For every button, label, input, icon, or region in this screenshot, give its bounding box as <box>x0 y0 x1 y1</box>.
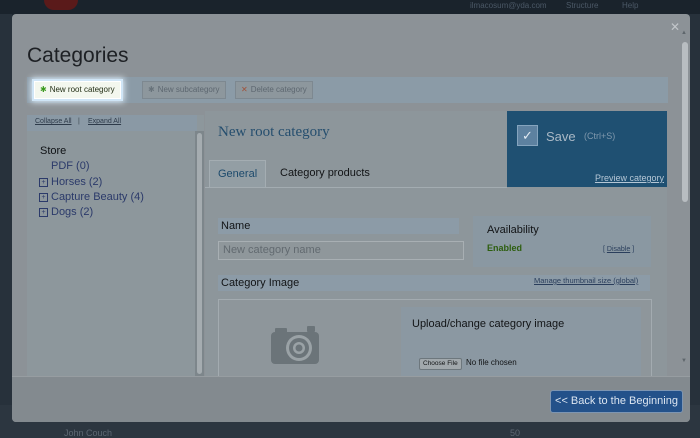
tree-item-store[interactable]: Store <box>40 145 66 157</box>
categories-modal: ✕ Categories ✱ New root category ✱ New sub… <box>12 14 690 422</box>
background-row-name: John Couch <box>64 428 113 438</box>
tree-item-capture-beauty[interactable]: + Capture Beauty (4) <box>39 191 144 203</box>
modal-footer: << Back to the Beginning <box>12 376 690 422</box>
availability-label: Availability <box>487 224 539 236</box>
checkmark-icon[interactable]: ✓ <box>517 125 538 146</box>
save-button[interactable]: Save <box>546 129 576 144</box>
tab-divider <box>205 187 507 188</box>
expand-icon[interactable]: + <box>39 193 48 202</box>
manage-thumbnail-link[interactable]: Manage thumbnail size (global) <box>534 276 638 285</box>
toolbar: ✱ New root category ✱ New subcategory ✕ Del… <box>27 77 668 103</box>
editor-title: New root category <box>218 124 330 140</box>
choose-file-button[interactable]: Choose File <box>419 358 462 370</box>
background-row-number: 50 <box>510 428 521 438</box>
tree-item-pdf[interactable]: PDF (0) <box>51 160 90 172</box>
tree-item-label: Capture Beauty (4) <box>51 191 144 203</box>
background-left-edge <box>0 14 12 438</box>
delete-icon: ✕ <box>241 85 248 94</box>
file-status: No file chosen <box>466 358 517 367</box>
tree-controls-separator: | <box>78 118 80 125</box>
disable-link[interactable]: Disable <box>607 246 630 253</box>
background-help-link: Help <box>622 1 639 10</box>
expand-all-link[interactable]: Expand All <box>88 118 121 125</box>
new-subcategory-button[interactable]: ✱ New subcategory <box>142 81 226 99</box>
add-sub-icon: ✱ <box>148 85 155 94</box>
category-editor: New root category ✓ Save (Ctrl+S) Previe… <box>205 111 667 380</box>
expand-icon[interactable]: + <box>39 208 48 217</box>
background-structure-link: Structure <box>566 1 599 10</box>
tab-general[interactable]: General <box>209 160 267 187</box>
upload-title: Upload/change category image <box>412 318 565 330</box>
tree-item-horses[interactable]: + Horses (2) <box>39 176 102 188</box>
tree-scrollbar[interactable] <box>195 131 204 376</box>
name-label: Name <box>218 218 459 234</box>
add-icon: ✱ <box>40 85 47 94</box>
availability-panel: Availability Enabled [ Disable ] <box>473 216 651 267</box>
tab-category-products[interactable]: Category products <box>272 160 378 186</box>
background-logo <box>44 0 78 10</box>
disable-link-wrapper: [ Disable ] <box>603 246 635 253</box>
upload-panel: Upload/change category image Choose File… <box>401 307 641 380</box>
modal-scrollbar-thumb[interactable] <box>682 42 688 202</box>
camera-icon <box>271 326 319 364</box>
scroll-up-icon[interactable]: ▲ <box>681 30 687 36</box>
new-subcategory-label: New subcategory <box>157 85 220 94</box>
tree-item-label: Horses (2) <box>51 176 103 188</box>
modal-title: Categories <box>27 44 129 67</box>
tree-item-dogs[interactable]: + Dogs (2) <box>39 206 93 218</box>
category-tree-panel: Collapse All | Expand All Store PDF (0) … <box>27 115 204 376</box>
category-name-field[interactable]: New category name <box>218 241 464 260</box>
back-to-beginning-button[interactable]: << Back to the Beginning <box>550 390 683 413</box>
availability-status: Enabled <box>487 243 523 253</box>
tree-item-label: Dogs (2) <box>51 206 94 218</box>
delete-category-label: Delete category <box>250 85 307 94</box>
background-account-link: ilmacosum@yda.com <box>470 1 547 10</box>
category-image-area: Upload/change category image Choose File… <box>218 299 652 380</box>
scroll-down-icon[interactable]: ▼ <box>681 358 687 364</box>
tree-controls: Collapse All | Expand All <box>27 115 197 131</box>
save-shortcut: (Ctrl+S) <box>584 131 616 141</box>
new-root-category-label: New root category <box>49 85 115 94</box>
close-icon[interactable]: ✕ <box>670 20 680 34</box>
expand-icon[interactable]: + <box>39 178 48 187</box>
save-panel: ✓ Save (Ctrl+S) Preview category <box>507 111 667 187</box>
delete-category-button[interactable]: ✕ Delete category <box>235 81 313 99</box>
new-root-category-button[interactable]: ✱ New root category <box>34 81 121 99</box>
modal-scrollbar[interactable]: ▲ ▼ <box>680 28 690 368</box>
preview-category-link[interactable]: Preview category <box>595 173 664 183</box>
tree-scrollbar-thumb[interactable] <box>197 133 202 374</box>
collapse-all-link[interactable]: Collapse All <box>35 118 72 125</box>
